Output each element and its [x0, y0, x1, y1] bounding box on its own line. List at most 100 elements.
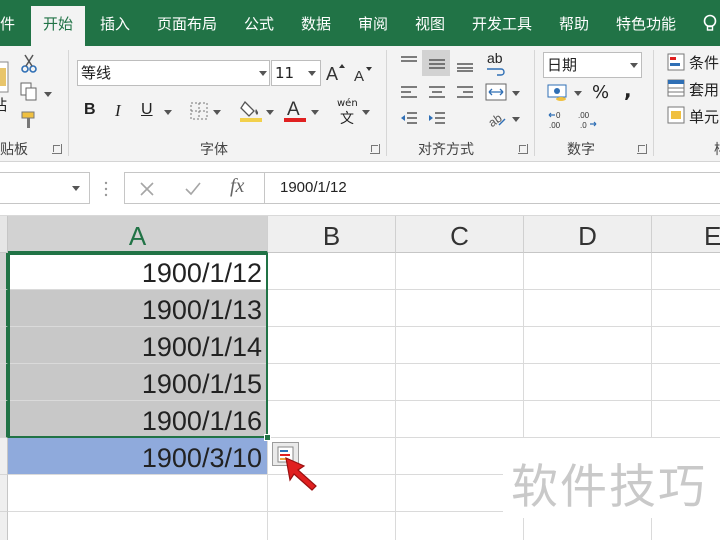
accounting-format-icon[interactable]: [547, 82, 569, 102]
formula-bar-grip-icon[interactable]: [104, 180, 108, 198]
bold-button[interactable]: B: [84, 101, 96, 119]
merge-center-icon[interactable]: [485, 82, 507, 102]
copy-icon[interactable]: [20, 82, 42, 102]
grid-cell[interactable]: [524, 253, 652, 290]
middle-align-icon[interactable]: [427, 54, 447, 72]
grid-cell[interactable]: [524, 401, 652, 438]
wrap-text-icon[interactable]: [485, 66, 507, 76]
grid-cell[interactable]: [268, 364, 396, 401]
font-name-field[interactable]: 等线: [77, 60, 270, 86]
grid-cell[interactable]: [268, 512, 396, 540]
accounting-dropdown-icon[interactable]: [574, 91, 582, 96]
cell-a[interactable]: 1900/1/15: [8, 364, 268, 401]
cell-a[interactable]: 1900/1/13: [8, 290, 268, 327]
paste-label[interactable]: 粘: [0, 94, 7, 115]
cell-a[interactable]: 1900/1/12: [8, 253, 268, 290]
enter-check-icon[interactable]: [184, 181, 202, 197]
cell-a[interactable]: [8, 512, 268, 540]
fill-color-dropdown-icon[interactable]: [266, 110, 274, 115]
conditional-formatting-icon[interactable]: [667, 53, 685, 71]
column-header-c[interactable]: C: [396, 216, 524, 253]
cell-styles-icon[interactable]: [667, 106, 685, 124]
align-right-icon[interactable]: [455, 84, 475, 102]
grid-cell[interactable]: [652, 364, 720, 401]
tab-insert[interactable]: 插入: [100, 0, 130, 46]
top-align-icon[interactable]: [399, 54, 419, 72]
cell-styles-label[interactable]: 单元: [689, 106, 719, 127]
grid-cell[interactable]: [396, 364, 524, 401]
underline-button[interactable]: U: [141, 101, 153, 119]
grid-cell[interactable]: [524, 327, 652, 364]
grid-cell[interactable]: [652, 253, 720, 290]
row-header[interactable]: [0, 438, 8, 475]
number-launcher-icon[interactable]: [637, 144, 647, 154]
grid-cell[interactable]: [652, 290, 720, 327]
column-header-b[interactable]: B: [268, 216, 396, 253]
orientation-dropdown-icon[interactable]: [512, 117, 520, 122]
paste-icon[interactable]: [0, 54, 10, 96]
align-center-icon[interactable]: [427, 84, 447, 102]
grid-cell[interactable]: [524, 290, 652, 327]
borders-dropdown-icon[interactable]: [213, 110, 221, 115]
tab-review[interactable]: 审阅: [358, 0, 388, 46]
tab-data[interactable]: 数据: [301, 0, 331, 46]
select-all-corner[interactable]: [0, 216, 8, 253]
alignment-launcher-icon[interactable]: [518, 144, 528, 154]
name-box-dropdown-icon[interactable]: [72, 186, 80, 191]
grid-cell[interactable]: [268, 290, 396, 327]
font-color-dropdown-icon[interactable]: [311, 110, 319, 115]
wrap-text-label[interactable]: ab: [487, 50, 503, 66]
tab-help[interactable]: 帮助: [559, 0, 589, 46]
row-header[interactable]: [0, 290, 8, 327]
font-color-icon[interactable]: A: [284, 98, 306, 122]
number-format-field[interactable]: 日期: [543, 52, 642, 78]
tab-view[interactable]: 视图: [415, 0, 445, 46]
italic-button[interactable]: I: [115, 101, 121, 121]
tab-formulas[interactable]: 公式: [244, 0, 274, 46]
grid-cell[interactable]: [268, 253, 396, 290]
grid-cell[interactable]: [396, 290, 524, 327]
column-header-d[interactable]: D: [524, 216, 652, 253]
cell-a[interactable]: 1900/3/10: [8, 438, 268, 475]
underline-dropdown-icon[interactable]: [164, 110, 172, 115]
grid-cell[interactable]: [652, 401, 720, 438]
increase-decimal-icon[interactable]: 0 .00: [547, 110, 569, 130]
row-header[interactable]: [0, 253, 8, 290]
row-header[interactable]: [0, 475, 8, 512]
tab-page-layout[interactable]: 页面布局: [157, 0, 217, 46]
lightbulb-icon[interactable]: [703, 14, 717, 34]
grid-cell[interactable]: [652, 327, 720, 364]
merge-dropdown-icon[interactable]: [512, 91, 520, 96]
cell-a[interactable]: [8, 475, 268, 512]
font-launcher-icon[interactable]: [370, 144, 380, 154]
row-header[interactable]: [0, 364, 8, 401]
phonetic-dropdown-icon[interactable]: [362, 110, 370, 115]
increase-indent-icon[interactable]: [427, 110, 447, 128]
cell-a[interactable]: 1900/1/14: [8, 327, 268, 364]
comma-style-button[interactable]: ,: [624, 78, 632, 102]
cut-icon[interactable]: [20, 54, 38, 74]
decrease-indent-icon[interactable]: [399, 110, 419, 128]
grid-cell[interactable]: [396, 253, 524, 290]
fill-color-icon[interactable]: [240, 98, 262, 122]
tab-special-features[interactable]: 特色功能: [616, 0, 676, 46]
tab-developer[interactable]: 开发工具: [472, 0, 532, 46]
conditional-formatting-label[interactable]: 条件: [689, 52, 719, 73]
borders-icon[interactable]: [189, 101, 209, 121]
font-name-dropdown-icon[interactable]: [259, 71, 267, 76]
cell-a[interactable]: 1900/1/16: [8, 401, 268, 438]
column-header-a[interactable]: A: [8, 216, 268, 253]
formula-input[interactable]: 1900/1/12: [264, 172, 720, 204]
insert-function-button[interactable]: fx: [230, 175, 244, 198]
orientation-icon[interactable]: ab: [485, 108, 507, 128]
decrease-font-size-icon[interactable]: A: [353, 64, 373, 84]
number-format-dropdown-icon[interactable]: [630, 63, 638, 68]
grid-cell[interactable]: [268, 327, 396, 364]
decrease-decimal-icon[interactable]: .00 .0: [576, 110, 598, 130]
grid-cell[interactable]: [524, 364, 652, 401]
tab-home[interactable]: 开始: [31, 6, 85, 46]
row-header[interactable]: [0, 401, 8, 438]
phonetic-guide-char[interactable]: 文: [340, 108, 354, 128]
tab-file[interactable]: 件: [0, 0, 15, 46]
grid-cell[interactable]: [268, 401, 396, 438]
